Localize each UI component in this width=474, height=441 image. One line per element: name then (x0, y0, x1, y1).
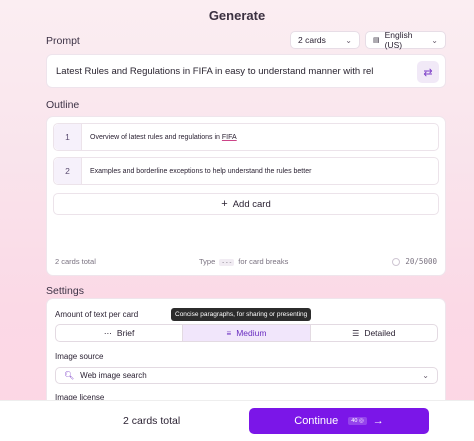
char-count: 20/5000 (405, 257, 437, 266)
outline-panel: 1 Overview of latest rules and regulatio… (46, 116, 446, 276)
card-text[interactable]: Overview of latest rules and regulations… (82, 134, 237, 141)
footer-cards-total: 2 cards total (123, 415, 181, 427)
chevron-down-icon: ⌄ (431, 35, 438, 45)
option-medium[interactable]: ≡ Medium (183, 325, 311, 341)
prompt-input[interactable]: Latest Rules and Regulations in FIFA in … (46, 54, 446, 88)
language-select[interactable]: ▤ English (US) ⌄ (365, 30, 446, 50)
option-brief-label: Brief (116, 328, 135, 338)
image-source-label: Image source (55, 352, 104, 361)
prompt-section-label: Prompt (46, 35, 80, 47)
card-text-link: FIFA (221, 133, 237, 141)
option-brief[interactable]: ⋯ Brief (56, 325, 184, 341)
card-count-select[interactable]: 2 cards ⌄ (290, 31, 360, 49)
chevron-down-icon: ⌄ (345, 35, 352, 45)
language-icon: ▤ (373, 37, 380, 44)
card-count-value: 2 cards (298, 35, 326, 45)
card-text-main: Overview of latest rules and regulations… (90, 133, 222, 141)
hint-post: for card breaks (238, 257, 289, 266)
chevron-down-icon: ⌄ (422, 371, 429, 380)
card-number: 2 (54, 158, 82, 184)
bottom-bar: 2 cards total Continue 40 ◎ → (0, 400, 474, 441)
arrow-right-icon: → (372, 415, 384, 427)
cards-total-label: 2 cards total (55, 257, 96, 266)
amount-label: Amount of text per card (55, 310, 139, 319)
card-break-hint: Type --- for card breaks (199, 257, 288, 266)
option-detailed-label: Detailed (364, 328, 396, 338)
detailed-lines-icon: ☰ (352, 328, 360, 338)
progress-ring-icon (392, 257, 401, 266)
outline-card[interactable]: 2 Examples and borderline exceptions to … (53, 157, 439, 185)
language-value: English (US) (384, 30, 413, 50)
add-card-button[interactable]: + Add card (53, 193, 439, 215)
outline-card[interactable]: 1 Overview of latest rules and regulatio… (53, 123, 439, 151)
option-detailed[interactable]: ☰ Detailed (311, 325, 437, 341)
outline-section-label: Outline (46, 99, 80, 111)
plus-icon: + (221, 198, 228, 210)
swap-icon: ⇄ (423, 66, 433, 79)
option-medium-label: Medium (236, 328, 267, 338)
refresh-prompt-button[interactable]: ⇄ (417, 61, 439, 83)
card-number: 1 (54, 124, 82, 150)
prompt-text: Latest Rules and Regulations in FIFA in … (56, 65, 374, 77)
add-card-label: Add card (232, 198, 271, 210)
text-amount-segmented-control[interactable]: ⋯ Brief ≡ Medium ☰ Detailed (55, 324, 438, 342)
hint-key: --- (219, 259, 235, 266)
credits-badge: 40 ◎ (348, 417, 367, 425)
settings-section-label: Settings (46, 285, 84, 297)
char-counter: 20/5000 (392, 257, 437, 266)
image-source-value: Web image search (80, 371, 147, 380)
page-title: Generate (208, 8, 266, 23)
medium-lines-icon: ≡ (226, 328, 232, 338)
image-source-select[interactable]: 🔍︎ Web image search ⌄ (55, 367, 438, 384)
tooltip: Concise paragraphs, for sharing or prese… (171, 308, 312, 321)
short-lines-icon: ⋯ (103, 328, 112, 338)
continue-button[interactable]: Continue 40 ◎ → (249, 408, 429, 434)
search-icon: 🔍︎ (64, 371, 75, 380)
hint-pre: Type (199, 257, 216, 266)
card-text[interactable]: Examples and borderline exceptions to he… (82, 168, 311, 175)
continue-label: Continue (294, 415, 339, 427)
